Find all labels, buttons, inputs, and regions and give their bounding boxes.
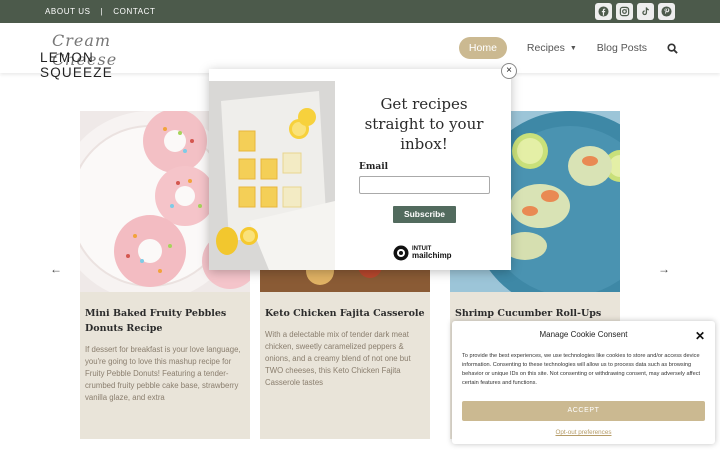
facebook-icon[interactable] [595,3,612,20]
search-icon[interactable] [667,42,678,54]
cookie-title: Manage Cookie Consent [539,330,628,339]
subscribe-button[interactable]: Subscribe [393,206,456,223]
mailchimp-icon [393,245,409,261]
nav-blog-posts[interactable]: Blog Posts [597,42,647,54]
instagram-icon[interactable] [616,3,633,20]
top-bar: ABOUT US | CONTACT [0,0,720,23]
close-icon[interactable]: ✕ [695,329,705,343]
contact-link[interactable]: CONTACT [113,7,155,16]
social-links [595,3,675,20]
site-header: Cream Cheese LEMON SQUEEZE Home Recipes … [0,23,720,80]
email-field[interactable] [359,176,490,194]
carousel-prev-arrow[interactable]: ← [50,262,62,276]
main-nav: Home Recipes ▼ Blog Posts [458,37,678,59]
email-label: Email [359,162,389,172]
recipe-card-description: If dessert for breakfast is your love la… [85,345,241,402]
cookie-body: To provide the best experiences, we use … [462,353,701,386]
newsletter-popup: × Get recipes straight to your inbox! Em… [209,63,517,270]
mailchimp-wordmark: INTUIT mailchimp [412,246,452,260]
opt-out-preferences-link[interactable]: Opt-out preferences [452,429,715,436]
logo-wordmark: LEMON SQUEEZE [40,50,113,80]
nav-home[interactable]: Home [458,37,507,59]
site-logo[interactable]: Cream Cheese LEMON SQUEEZE [40,31,170,80]
nav-recipes-label: Recipes [526,42,565,54]
about-us-link[interactable]: ABOUT US [45,7,91,16]
popup-heading: Get recipes straight to your inbox! [364,95,484,153]
recipe-card-description: With a delectable mix of tender dark mea… [265,330,411,387]
tiktok-icon[interactable] [637,3,654,20]
chevron-down-icon: ▼ [569,44,577,52]
recipe-card-title[interactable]: Shrimp Cucumber Roll-Ups [455,306,615,321]
cookie-consent-banner: Manage Cookie Consent ✕ To provide the b… [452,321,715,444]
recipe-card-title[interactable]: Keto Chicken Fajita Casserole [265,306,425,321]
nav-recipes[interactable]: Recipes ▼ [527,42,577,54]
carousel-next-arrow[interactable]: → [658,262,670,276]
top-links-separator: | [100,7,104,16]
mailchimp-badge[interactable]: INTUIT mailchimp [393,245,452,261]
popup-close-button[interactable]: × [501,63,517,79]
pinterest-icon[interactable] [658,3,675,20]
top-links: ABOUT US | CONTACT [45,7,156,16]
recipe-card-title[interactable]: Mini Baked Fruity Pebbles Donuts Recipe [85,306,245,336]
mailchimp-brand-bottom: mailchimp [412,251,452,260]
popup-image [209,81,335,270]
accept-cookies-button[interactable]: ACCEPT [462,401,705,421]
